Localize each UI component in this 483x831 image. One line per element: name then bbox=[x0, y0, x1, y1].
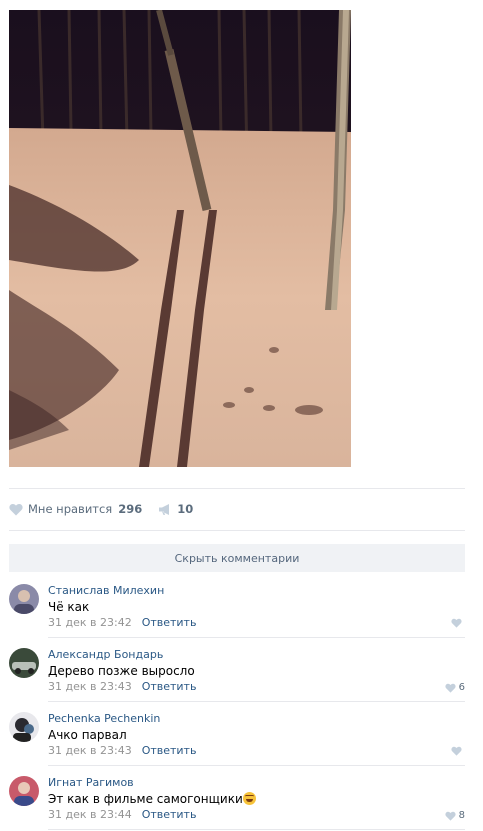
comment: Станислав Милехин Чё как 31 дек в 23:42 О… bbox=[9, 574, 465, 638]
comment-meta: 31 дек в 23:43 Ответить bbox=[48, 744, 196, 757]
reply-button[interactable]: Ответить bbox=[142, 744, 197, 757]
reply-button[interactable]: Ответить bbox=[142, 680, 197, 693]
like-button[interactable]: Мне нравится 296 bbox=[9, 502, 142, 516]
comment-text-content: Эт как в фильме самогонщики bbox=[48, 792, 243, 806]
heart-icon bbox=[451, 746, 462, 756]
reply-button[interactable]: Ответить bbox=[142, 808, 197, 821]
comment: Александр Бондарь Дерево позже выросло 3… bbox=[9, 638, 465, 702]
comment-like-button[interactable] bbox=[451, 746, 465, 756]
comment-like-button[interactable]: 6 bbox=[445, 682, 465, 693]
share-count: 10 bbox=[177, 502, 194, 516]
megaphone-icon bbox=[159, 503, 170, 515]
comment-text: Ачко парвал bbox=[48, 728, 127, 742]
avatar[interactable] bbox=[9, 712, 39, 742]
comment-author[interactable]: Александр Бондарь bbox=[48, 648, 163, 661]
comment-author[interactable]: Игнат Рагимов bbox=[48, 776, 134, 789]
post-divider-top bbox=[9, 488, 465, 489]
comment-meta: 31 дек в 23:44 Ответить bbox=[48, 808, 196, 821]
comment-like-count: 8 bbox=[458, 810, 465, 821]
comment-author[interactable]: Pechenka Pechenkin bbox=[48, 712, 160, 725]
comment-text: Эт как в фильме самогонщики bbox=[48, 792, 256, 806]
comment-date[interactable]: 31 дек в 23:43 bbox=[48, 744, 132, 757]
comment-text: Чё как bbox=[48, 600, 90, 614]
comment-date[interactable]: 31 дек в 23:42 bbox=[48, 616, 132, 629]
comment: Pechenka Pechenkin Ачко парвал 31 дек в … bbox=[9, 702, 465, 766]
reply-button[interactable]: Ответить bbox=[142, 616, 197, 629]
post-divider-bottom bbox=[9, 530, 465, 531]
comment-date[interactable]: 31 дек в 23:43 bbox=[48, 680, 132, 693]
comment-meta: 31 дек в 23:42 Ответить bbox=[48, 616, 196, 629]
comment-like-button[interactable]: 8 bbox=[445, 810, 465, 821]
comment-date[interactable]: 31 дек в 23:44 bbox=[48, 808, 132, 821]
avatar[interactable] bbox=[9, 584, 39, 614]
comment-like-count: 6 bbox=[458, 682, 465, 693]
post-photo[interactable] bbox=[9, 10, 351, 467]
comment-meta: 31 дек в 23:43 Ответить bbox=[48, 680, 196, 693]
share-button[interactable]: 10 bbox=[158, 502, 193, 516]
comment-like-button[interactable] bbox=[451, 618, 465, 628]
laughing-emoji-icon bbox=[242, 792, 256, 805]
comment-author[interactable]: Станислав Милехин bbox=[48, 584, 164, 597]
heart-icon bbox=[451, 618, 462, 628]
heart-icon bbox=[445, 811, 456, 821]
heart-icon bbox=[9, 503, 23, 515]
avatar[interactable] bbox=[9, 648, 39, 678]
like-label: Мне нравится bbox=[28, 502, 113, 516]
comment-text: Дерево позже выросло bbox=[48, 664, 195, 678]
like-count: 296 bbox=[118, 502, 143, 516]
comment: Игнат Рагимов Эт как в фильме самогонщик… bbox=[9, 766, 465, 830]
heart-icon bbox=[445, 683, 456, 693]
hide-comments-button[interactable]: Скрыть комментарии bbox=[9, 544, 465, 572]
comment-divider bbox=[48, 829, 465, 830]
post-actions: Мне нравится 296 10 bbox=[9, 496, 193, 522]
avatar[interactable] bbox=[9, 776, 39, 806]
